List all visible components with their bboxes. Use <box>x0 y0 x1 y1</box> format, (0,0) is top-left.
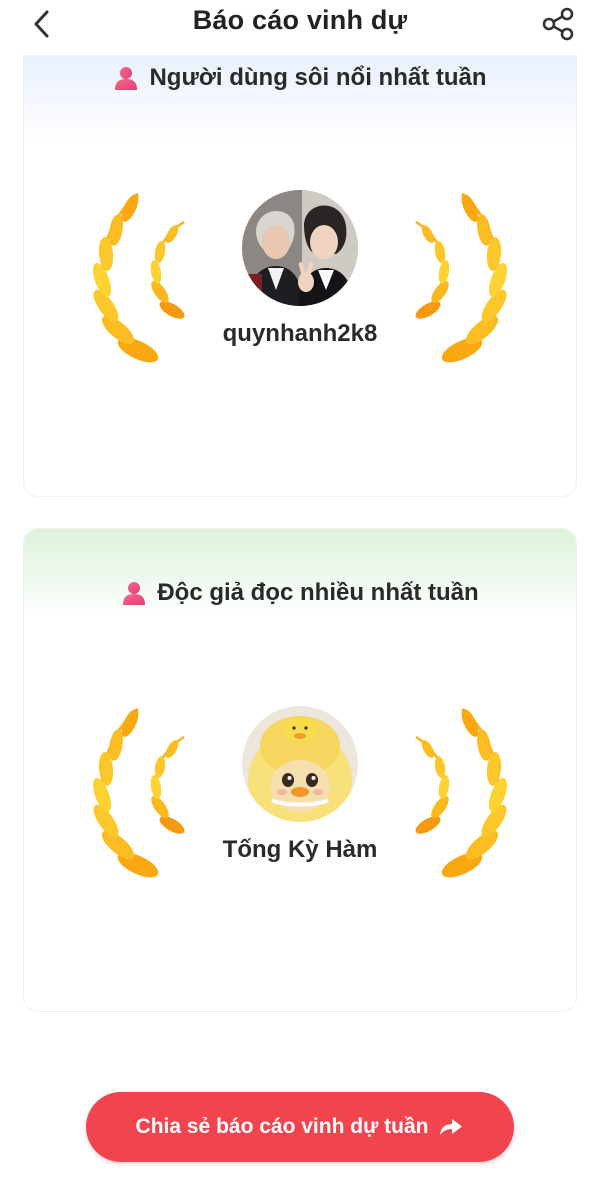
card-heading: Độc giả đọc nhiều nhất tuần <box>24 579 576 607</box>
card-heading-text: Người dùng sôi nổi nhất tuần <box>149 64 487 91</box>
person-icon <box>115 67 138 90</box>
username: Tống Kỳ Hàm <box>222 836 378 863</box>
share-button-label: Chia sẻ báo cáo vinh dự tuần <box>135 1115 429 1138</box>
avatar[interactable] <box>242 706 358 822</box>
card-heading-text: Độc giả đọc nhiều nhất tuần <box>157 579 479 606</box>
honor-report-page: Báo cáo vinh dự Người dùng sôi nổi nhất … <box>0 0 600 1194</box>
top-reader-card: Độc giả đọc nhiều nhất tuần Tống Kỳ Hàm <box>24 529 576 1011</box>
person-icon <box>123 582 146 605</box>
share-nodes-button[interactable] <box>538 4 578 44</box>
top-bar: Báo cáo vinh dự <box>0 0 600 50</box>
page-title: Báo cáo vinh dự <box>192 5 408 35</box>
username: quynhanh2k8 <box>222 320 378 347</box>
user-photo <box>242 706 358 822</box>
most-active-user-card: Người dùng sôi nổi nhất tuần quynhanh2k8 <box>24 56 576 496</box>
share-nodes-icon <box>542 7 574 41</box>
share-weekly-report-button[interactable]: Chia sẻ báo cáo vinh dự tuần <box>86 1092 514 1162</box>
user-photo <box>242 190 358 306</box>
avatar[interactable] <box>242 190 358 306</box>
forward-arrow-icon <box>440 1119 463 1135</box>
card-heading: Người dùng sôi nổi nhất tuần <box>24 64 576 92</box>
